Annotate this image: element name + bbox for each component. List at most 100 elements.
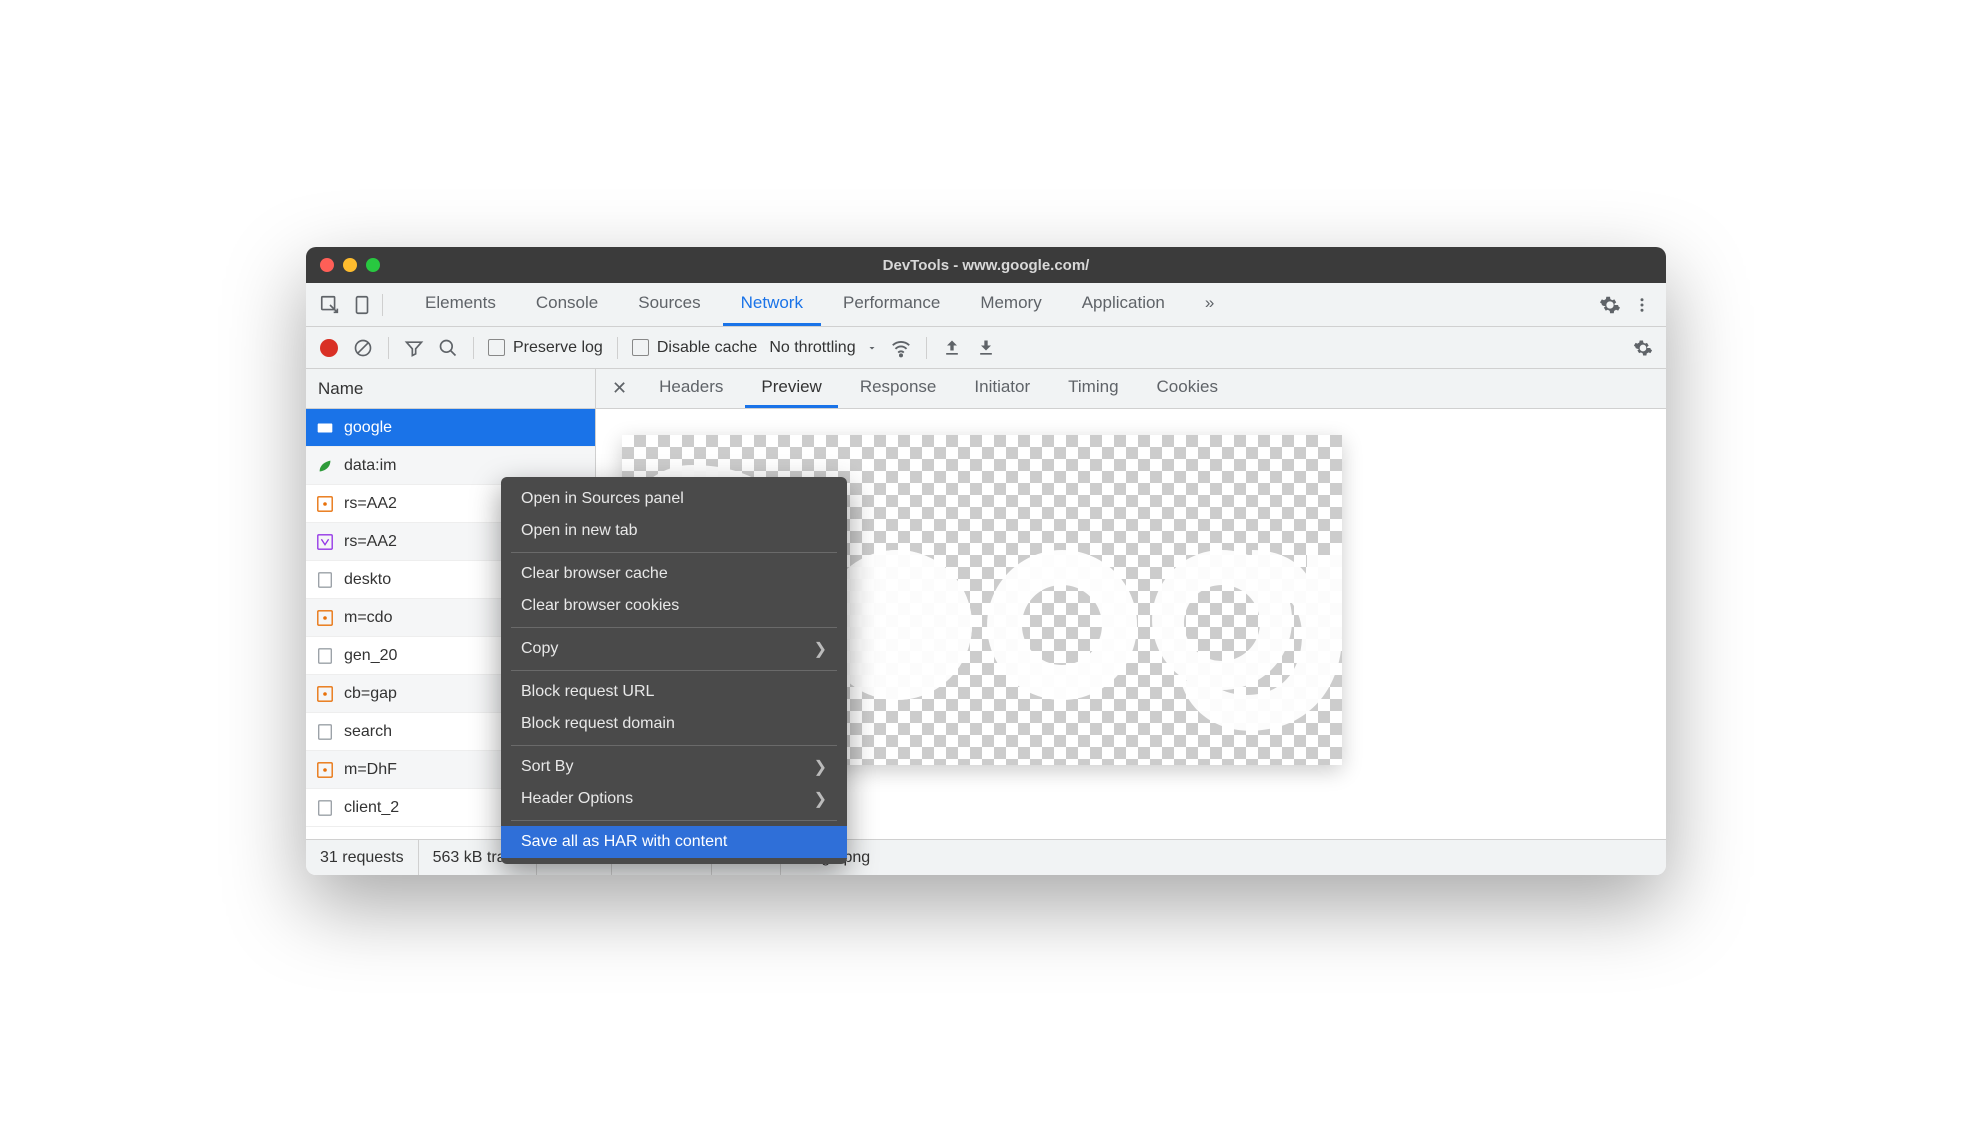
menu-item[interactable]: Sort By❯	[501, 751, 847, 783]
network-body: Name googledata:imrs=AA2rs=AA2desktom=cd…	[306, 369, 1666, 839]
close-detail-icon[interactable]: ✕	[602, 378, 637, 399]
generic-icon	[316, 571, 334, 589]
tab-overflow[interactable]: »	[1187, 283, 1232, 326]
detail-tab-response[interactable]: Response	[844, 369, 953, 408]
record-button[interactable]	[318, 337, 340, 359]
request-row-name: cb=gap	[344, 685, 397, 703]
tab-network[interactable]: Network	[723, 283, 821, 326]
tab-memory[interactable]: Memory	[962, 283, 1059, 326]
window-title: DevTools - www.google.com/	[306, 257, 1666, 274]
request-row-name: google	[344, 419, 392, 437]
clear-icon[interactable]	[352, 337, 374, 359]
menu-separator	[511, 670, 837, 671]
request-row-name: m=DhF	[344, 761, 397, 779]
tab-performance[interactable]: Performance	[825, 283, 958, 326]
tab-application[interactable]: Application	[1064, 283, 1183, 326]
generic-icon	[316, 723, 334, 741]
chevron-right-icon: ❯	[814, 639, 827, 659]
menu-item[interactable]: Header Options ❯	[501, 783, 847, 815]
detail-tab-timing[interactable]: Timing	[1052, 369, 1134, 408]
tab-elements[interactable]: Elements	[407, 283, 514, 326]
css-purple-icon	[316, 533, 334, 551]
menu-item[interactable]: Block request URL	[501, 676, 847, 708]
devtools-window: DevTools - www.google.com/ Elements Cons…	[306, 247, 1666, 875]
menu-item[interactable]: Clear browser cookies	[501, 590, 847, 622]
image-file-icon	[316, 419, 334, 437]
menu-item-label: Block request URL	[521, 683, 654, 701]
chevron-right-icon: ❯	[814, 789, 827, 809]
main-tabs: Elements Console Sources Network Perform…	[407, 283, 1232, 326]
request-row-name: m=cdo	[344, 609, 392, 627]
menu-item[interactable]: Copy ❯	[501, 633, 847, 665]
inspect-element-icon[interactable]	[316, 291, 344, 319]
menu-item-label: Open in Sources panel	[521, 490, 684, 508]
toolbar-divider	[926, 337, 927, 359]
preserve-log-checkbox[interactable]: Preserve log	[488, 339, 603, 357]
detail-tab-initiator[interactable]: Initiator	[958, 369, 1046, 408]
request-row-name: search	[344, 723, 392, 741]
menu-item-label: Open in new tab	[521, 522, 638, 540]
menu-item-label: Header Options	[521, 790, 633, 808]
request-row-name: rs=AA2	[344, 495, 397, 513]
traffic-lights	[320, 258, 380, 272]
upload-icon[interactable]	[941, 337, 963, 359]
device-toggle-icon[interactable]	[348, 291, 376, 319]
toolbar-divider	[388, 337, 389, 359]
menu-item-label: Block request domain	[521, 715, 675, 733]
window-titlebar: DevTools - www.google.com/	[306, 247, 1666, 283]
toolbar-divider	[617, 337, 618, 359]
request-row-name: data:im	[344, 457, 396, 475]
tab-console[interactable]: Console	[518, 283, 616, 326]
menu-item-label: Clear browser cookies	[521, 597, 679, 615]
download-icon[interactable]	[975, 337, 997, 359]
filter-icon[interactable]	[403, 337, 425, 359]
panel-settings-gear-icon[interactable]	[1632, 337, 1654, 359]
js-orange-icon	[316, 685, 334, 703]
menu-separator	[511, 820, 837, 821]
status-requests: 31 requests	[306, 840, 419, 875]
detail-tab-preview[interactable]: Preview	[745, 369, 837, 408]
close-window-button[interactable]	[320, 258, 334, 272]
settings-gear-icon[interactable]	[1596, 291, 1624, 319]
main-tab-bar: Elements Console Sources Network Perform…	[306, 283, 1666, 327]
menu-item[interactable]: Save all as HAR with content	[501, 826, 847, 858]
minimize-window-button[interactable]	[343, 258, 357, 272]
kebab-menu-icon[interactable]	[1628, 291, 1656, 319]
throttling-value: No throttling	[769, 339, 855, 357]
js-orange-icon	[316, 761, 334, 779]
preserve-log-label: Preserve log	[513, 339, 603, 357]
menu-separator	[511, 627, 837, 628]
menu-item-label: Sort By	[521, 758, 573, 776]
disable-cache-label: Disable cache	[657, 339, 758, 357]
request-row-name: gen_20	[344, 647, 397, 665]
menu-item[interactable]: Open in new tab	[501, 515, 847, 547]
generic-icon	[316, 647, 334, 665]
throttling-select[interactable]: No throttling	[769, 339, 877, 357]
network-conditions-icon[interactable]	[890, 337, 912, 359]
sidebar-header-name[interactable]: Name	[306, 369, 595, 409]
request-row-name: deskto	[344, 571, 391, 589]
chevron-down-icon	[866, 342, 878, 354]
menu-separator	[511, 552, 837, 553]
maximize-window-button[interactable]	[366, 258, 380, 272]
detail-tab-cookies[interactable]: Cookies	[1141, 369, 1234, 408]
menu-item-label: Copy	[521, 640, 558, 658]
request-row-name: client_2	[344, 799, 399, 817]
menu-item-label: Save all as HAR with content	[521, 833, 727, 851]
menu-separator	[511, 745, 837, 746]
js-orange-icon	[316, 495, 334, 513]
disable-cache-checkbox[interactable]: Disable cache	[632, 339, 758, 357]
js-orange-icon	[316, 609, 334, 627]
menu-item[interactable]: Block request domain	[501, 708, 847, 740]
menu-item[interactable]: Open in Sources panel	[501, 483, 847, 515]
tab-sources[interactable]: Sources	[620, 283, 718, 326]
generic-icon	[316, 799, 334, 817]
menu-item[interactable]: Clear browser cache	[501, 558, 847, 590]
leaf-icon	[316, 457, 334, 475]
toolbar-divider	[473, 337, 474, 359]
detail-tab-headers[interactable]: Headers	[643, 369, 739, 408]
context-menu: Open in Sources panel Open in new tab Clea…	[501, 477, 847, 864]
network-toolbar: Preserve log Disable cache No throttling	[306, 327, 1666, 369]
request-row[interactable]: google	[306, 409, 595, 447]
search-icon[interactable]	[437, 337, 459, 359]
